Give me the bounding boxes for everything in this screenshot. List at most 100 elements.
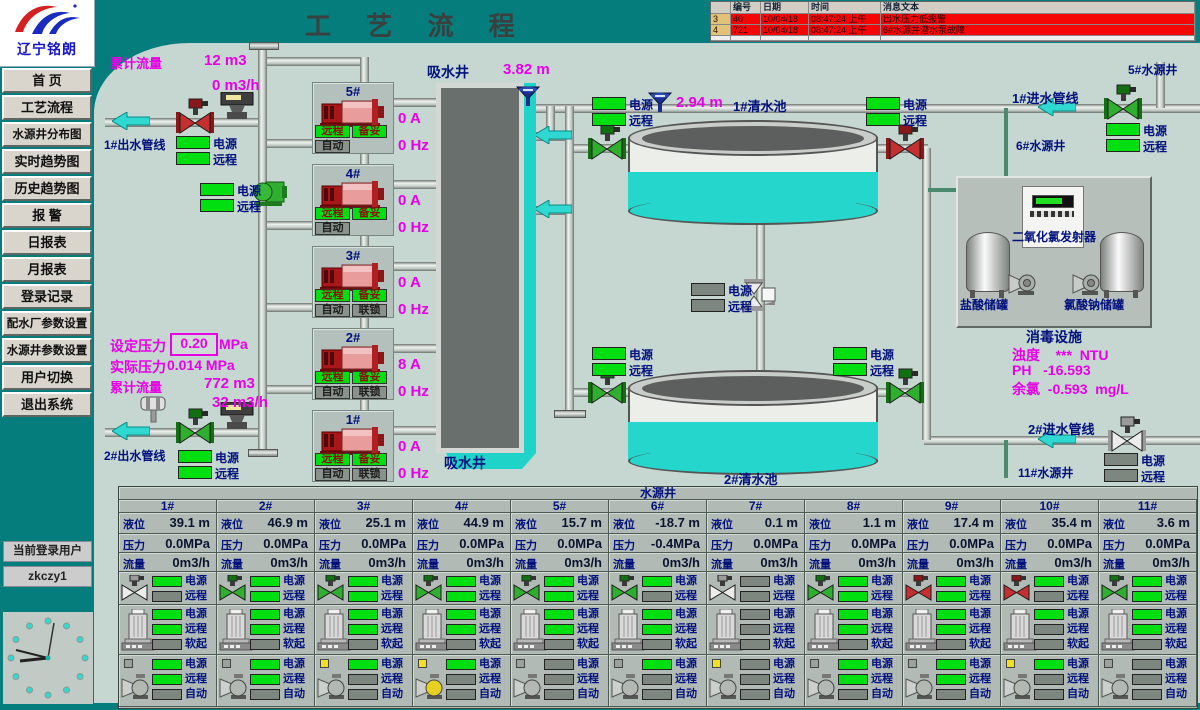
- pump-icon[interactable]: [317, 673, 347, 705]
- pump-icon[interactable]: [219, 673, 249, 705]
- valve-pool1-inlet-icon[interactable]: [588, 124, 626, 165]
- pump-unit-1#[interactable]: 1# 远程备妥自动联锁: [312, 410, 394, 482]
- alarm-table: 编号日期时间消息文本34010/04/1808:47:24 上午出水压力低报警4…: [710, 1, 1196, 42]
- pump-icon[interactable]: [415, 673, 445, 705]
- starter-icon[interactable]: [611, 609, 645, 655]
- alarm-row-message[interactable]: 6#水源井潜水泵故障: [881, 25, 1195, 36]
- starter-icon[interactable]: [807, 609, 841, 655]
- valve-indicator-label: 远程: [969, 588, 991, 604]
- suction-well-label-bottom: 吸水井: [444, 453, 486, 473]
- alarm-row-code[interactable]: 721: [731, 25, 761, 36]
- sidebar-item-13[interactable]: 退出系统: [2, 392, 92, 417]
- alarm-partial-row: [731, 36, 761, 41]
- starter-indicator: [1132, 609, 1162, 620]
- dosing-pump-left-icon[interactable]: [1008, 270, 1038, 301]
- valve-icon[interactable]: [121, 575, 148, 605]
- pump-unit-3#[interactable]: 3# 远程备妥自动联锁: [312, 246, 394, 318]
- sidebar-item-8[interactable]: 月报表: [2, 257, 92, 282]
- starter-icon[interactable]: [905, 609, 939, 655]
- valve-indicator: [152, 591, 182, 602]
- pump-indicator-label: 电源: [1067, 656, 1089, 672]
- pump-icon[interactable]: [513, 673, 543, 705]
- sidebar-item-5[interactable]: 历史趋势图: [2, 176, 92, 201]
- alarm-row-code[interactable]: 40: [731, 14, 761, 25]
- pump-unit-2#[interactable]: 2# 远程备妥自动联锁: [312, 328, 394, 400]
- sidebar-item-11[interactable]: 水源井参数设置: [2, 338, 92, 363]
- pump-icon[interactable]: [611, 673, 641, 705]
- pressure-transmitter-icon[interactable]: [138, 394, 168, 429]
- pump-icon[interactable]: [1003, 673, 1033, 705]
- valve-icon[interactable]: [317, 575, 344, 605]
- pump-indicator: [740, 674, 770, 685]
- pump-indicator: [936, 659, 966, 670]
- valve-outlet1-icon[interactable]: [176, 98, 214, 139]
- alarm-row-time[interactable]: 08:47:24 上午: [809, 14, 881, 25]
- acid-tank[interactable]: [966, 232, 1010, 292]
- starter-icon[interactable]: [219, 609, 253, 655]
- valve-indicator: [544, 591, 574, 602]
- pump-icon[interactable]: [709, 673, 739, 705]
- valve-icon[interactable]: [219, 575, 246, 605]
- well-starter-cell: 电源远程软起: [511, 605, 609, 655]
- sidebar-item-9[interactable]: 登录记录: [2, 284, 92, 309]
- starter-icon[interactable]: [415, 609, 449, 655]
- pump-icon[interactable]: [1101, 673, 1131, 705]
- sidebar-item-10[interactable]: 配水厂参数设置: [2, 311, 92, 336]
- valve-pool2-outlet-icon[interactable]: [886, 368, 924, 409]
- valve-pool2-inlet-icon[interactable]: [588, 368, 626, 409]
- alarm-row-date[interactable]: 10/04/18: [761, 25, 809, 36]
- valve-icon[interactable]: [1003, 575, 1030, 605]
- sidebar-item-3[interactable]: 水源井分布图: [2, 122, 92, 147]
- valve-inlet2-icon[interactable]: [1108, 416, 1146, 457]
- valve-pool1-outlet-icon[interactable]: [886, 124, 924, 165]
- valve-icon[interactable]: [709, 575, 736, 605]
- valve-icon[interactable]: [1101, 575, 1128, 605]
- valve-icon[interactable]: [807, 575, 834, 605]
- pump-run-square: [418, 659, 427, 668]
- valve-outlet2-icon[interactable]: [176, 408, 214, 449]
- pump-indicator-label: 远程: [969, 671, 991, 687]
- pump-unit-5#[interactable]: 5# 远程备妥自动: [312, 82, 394, 154]
- pump-run-square: [712, 659, 721, 668]
- set-pressure-unit: MPa: [219, 336, 248, 352]
- sidebar-item-2[interactable]: 工艺流程: [2, 95, 92, 120]
- sidebar-item-6[interactable]: 报 警: [2, 203, 92, 228]
- valve-indicator: [446, 576, 476, 587]
- starter-icon[interactable]: [317, 609, 351, 655]
- starter-indicator: [740, 609, 770, 620]
- starter-icon[interactable]: [1101, 609, 1135, 655]
- alarm-row-num[interactable]: 3: [711, 14, 731, 25]
- flow-meter-outlet1-icon[interactable]: [220, 92, 254, 125]
- chlorate-tank[interactable]: [1100, 232, 1144, 292]
- sidebar-item-1[interactable]: 首 页: [2, 68, 92, 93]
- set-pressure-input[interactable]: 0.20: [170, 333, 218, 356]
- valve-indicator: [446, 591, 476, 602]
- starter-indicator: [642, 639, 672, 650]
- valve-mid-icon[interactable]: [742, 278, 778, 317]
- alarm-row-date[interactable]: 10/04/18: [761, 14, 809, 25]
- alarm-row-message[interactable]: 出水压力低报警: [881, 14, 1195, 25]
- pump-unit-4#[interactable]: 4# 远程备妥自动: [312, 164, 394, 236]
- valve-icon[interactable]: [513, 575, 540, 605]
- sidebar-item-7[interactable]: 日报表: [2, 230, 92, 255]
- sidebar-item-4[interactable]: 实时趋势图: [2, 149, 92, 174]
- valve-indicator-label: 远程: [871, 588, 893, 604]
- alarm-row-num[interactable]: 4: [711, 25, 731, 36]
- starter-icon[interactable]: [709, 609, 743, 655]
- alarm-row-time[interactable]: 08:47:24 上午: [809, 25, 881, 36]
- valve-icon[interactable]: [415, 575, 442, 605]
- sidebar-item-12[interactable]: 用户切换: [2, 365, 92, 390]
- pump-indicator-label: 自动: [871, 686, 893, 702]
- pump-indicator-label: 远程: [871, 671, 893, 687]
- starter-indicator: [544, 624, 574, 635]
- header-booster-pump-icon[interactable]: [252, 176, 288, 215]
- pump-icon[interactable]: [807, 673, 837, 705]
- valve-icon[interactable]: [611, 575, 638, 605]
- starter-icon[interactable]: [513, 609, 547, 655]
- starter-icon[interactable]: [121, 609, 155, 655]
- pump-icon[interactable]: [121, 673, 151, 705]
- valve-inlet1-icon[interactable]: [1104, 84, 1142, 125]
- valve-icon[interactable]: [905, 575, 932, 605]
- pump-icon[interactable]: [905, 673, 935, 705]
- starter-icon[interactable]: [1003, 609, 1037, 655]
